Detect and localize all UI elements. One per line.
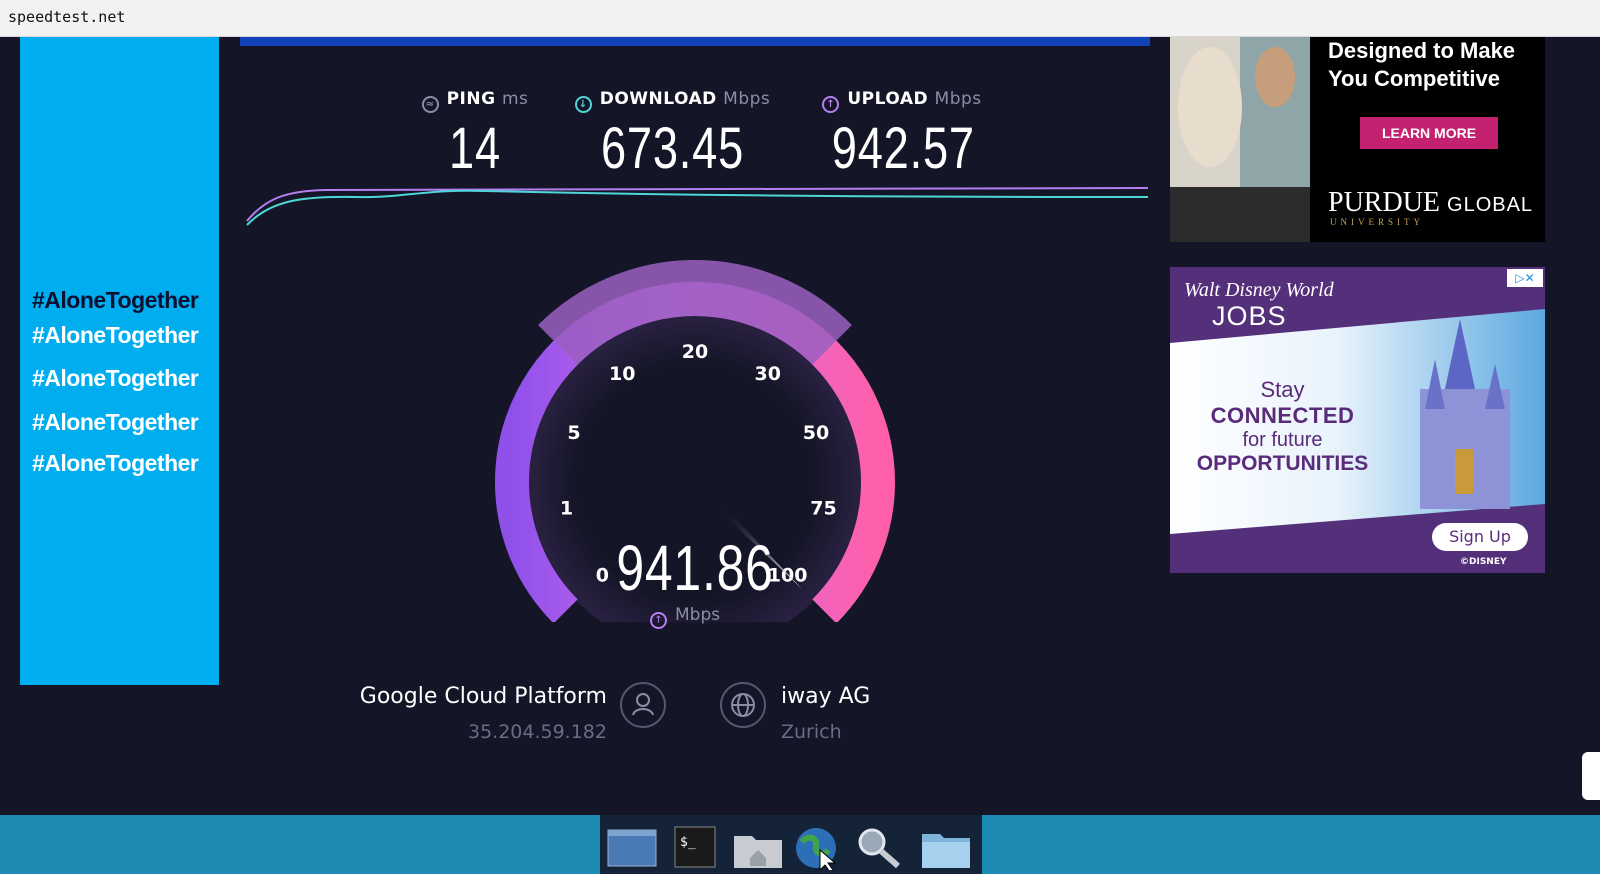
hashtag-line: #AloneTogether [32,409,199,435]
upload-arrow-icon: ↑ [650,612,667,629]
side-feedback-tab[interactable] [1582,752,1600,800]
ping-unit: ms [501,89,529,109]
web-browser-icon[interactable] [792,824,844,873]
headline-line: Designed to Make [1328,38,1516,63]
gauge-unit: ↑ Mbps [650,605,760,629]
purdue-brand: PURDUE [1328,187,1441,218]
speedtest-page: #AloneTogether #AloneTogether #AloneToge… [0,37,1600,815]
sign-up-button[interactable]: Sign Up [1432,523,1528,551]
download-arrow-icon: ↓ [574,96,592,113]
upload-metric: ↑ UPLOAD Mbps 942.57 [812,89,992,182]
dock: $_ [600,815,982,874]
gauge-tick-label: 5 [567,422,580,444]
disney-footer: ©DISNEY [1460,557,1507,567]
gauge-tick-label: 30 [755,363,781,385]
headline-line: You Competitive [1328,66,1500,91]
gauge-value: 941.86 [616,532,774,604]
taskbar: $_ [0,815,1600,874]
show-desktop-icon[interactable] [606,824,658,870]
isp-location: Zurich [781,721,842,743]
svg-text:$_: $_ [680,835,696,850]
disney-line: OPPORTUNITIES [1196,452,1369,475]
ping-label: PING [446,89,496,109]
search-icon[interactable] [854,824,906,870]
user-icon[interactable] [620,682,666,728]
learn-more-button[interactable]: LEARN MORE [1360,117,1498,149]
download-metric: ↓ DOWNLOAD Mbps 673.45 [565,89,780,182]
gauge-tick-label: 50 [803,422,829,444]
speed-graph [246,187,1149,226]
disney-brand: Walt Disney World [1184,279,1334,301]
purdue-ad[interactable]: Designed to Make You Competitive LEARN M… [1170,37,1545,242]
top-banner-strip [240,37,1150,46]
gauge-tick-label: 20 [682,341,708,363]
ad-choices-close-icon[interactable]: ▷✕ [1507,269,1543,287]
download-value: 673.45 [600,116,745,181]
address-bar[interactable]: speedtest.net [0,0,1600,37]
hashtag-line: #AloneTogether [32,287,199,313]
ping-icon: ≈ [421,96,439,113]
gauge-tick-label: 75 [810,498,836,520]
disney-line: for future [1242,429,1323,451]
download-unit: Mbps [723,89,771,109]
url-text: speedtest.net [8,8,126,26]
upload-value: 942.57 [831,116,975,181]
disney-line: Stay [1260,377,1305,402]
ad-photo [1170,37,1310,242]
terminal-icon[interactable]: $_ [672,824,724,870]
hashtag-line: #AloneTogether [32,450,199,476]
ping-value: 14 [449,116,501,181]
home-folder-icon[interactable] [732,824,784,870]
upload-arrow-icon: ↑ [822,96,840,113]
gauge-unit-label: Mbps [675,605,721,625]
purdue-headline: Designed to Make You Competitive [1328,37,1515,93]
upload-label: UPLOAD [847,89,929,109]
upload-unit: Mbps [934,89,982,109]
hashtag-line: #AloneTogether [32,322,199,348]
download-label: DOWNLOAD [599,89,717,109]
gauge-tick-label: 10 [609,363,635,385]
hashtag-line: #AloneTogether [32,365,199,391]
globe-icon[interactable] [720,682,766,728]
ping-metric: ≈ PING ms 14 [410,89,540,182]
left-banner-ad[interactable]: #AloneTogether #AloneTogether #AloneToge… [20,37,219,685]
global-brand: GLOBAL [1447,194,1534,216]
gauge-tick-label: 1 [560,498,573,520]
disney-line: CONNECTED [1210,403,1355,428]
disney-copy: Stay CONNECTED for future OPPORTUNITIES [1170,377,1395,476]
disney-ad[interactable]: Walt Disney World JOBS ▷✕ Stay CONNECTED… [1170,267,1545,573]
host-name[interactable]: Google Cloud Platform [360,684,607,709]
isp-name[interactable]: iway AG [781,684,870,709]
purdue-logo: PURDUE GLOBAL [1328,187,1533,219]
host-ip: 35.204.59.182 [467,721,607,743]
folder-icon[interactable] [920,824,972,870]
purdue-sub: UNIVERSITY [1330,217,1424,227]
